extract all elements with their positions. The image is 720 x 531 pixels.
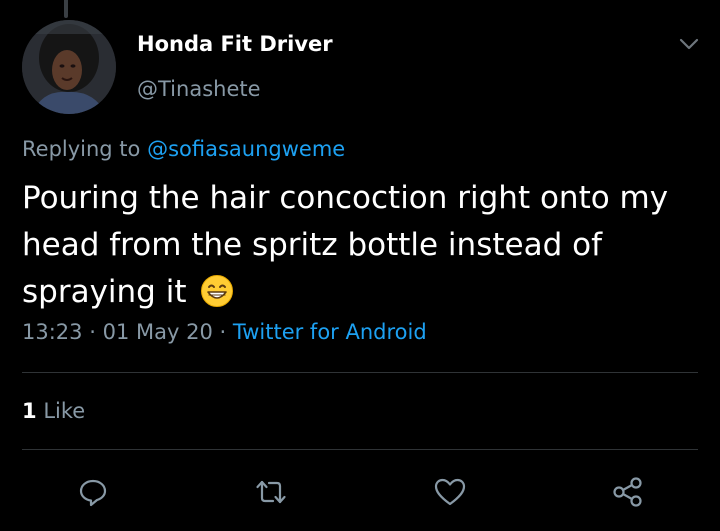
user-handle[interactable]: @Tinashete — [137, 77, 261, 101]
chevron-down-icon[interactable] — [678, 34, 700, 54]
meta-separator: · — [219, 320, 227, 344]
share-icon — [613, 477, 642, 507]
replying-to-prefix: Replying to — [22, 137, 141, 161]
reply-button[interactable] — [75, 474, 111, 510]
retweet-icon — [256, 480, 286, 504]
display-name[interactable]: Honda Fit Driver — [137, 32, 333, 56]
divider — [22, 372, 698, 373]
tweet-body: Pouring the hair concoction right onto m… — [22, 180, 669, 310]
heart-icon — [434, 478, 466, 506]
tweet-meta: 13:23 · 01 May 20 · Twitter for Android — [22, 320, 427, 344]
meta-separator: · — [89, 320, 96, 344]
profile-photo — [22, 20, 116, 114]
retweet-button[interactable] — [253, 474, 289, 510]
reply-icon — [79, 479, 107, 507]
tweet-source-link[interactable]: Twitter for Android — [233, 320, 427, 344]
like-count: 1 — [22, 399, 37, 423]
likes-summary[interactable]: 1 Like — [22, 399, 85, 423]
divider — [22, 449, 698, 450]
replying-to: Replying to @sofiasaungweme — [22, 137, 345, 161]
like-label: Like — [43, 399, 86, 423]
tweet-text: Pouring the hair concoction right onto m… — [22, 175, 702, 316]
tweet-time: 13:23 — [22, 320, 83, 344]
reply-mention-link[interactable]: @sofiasaungweme — [147, 137, 345, 161]
tweet-date: 01 May 20 — [102, 320, 213, 344]
avatar[interactable] — [22, 20, 116, 114]
grinning-face-with-smiling-eyes-icon — [201, 275, 234, 307]
thread-line — [64, 0, 68, 18]
share-button[interactable] — [610, 474, 646, 510]
like-button[interactable] — [432, 474, 468, 510]
